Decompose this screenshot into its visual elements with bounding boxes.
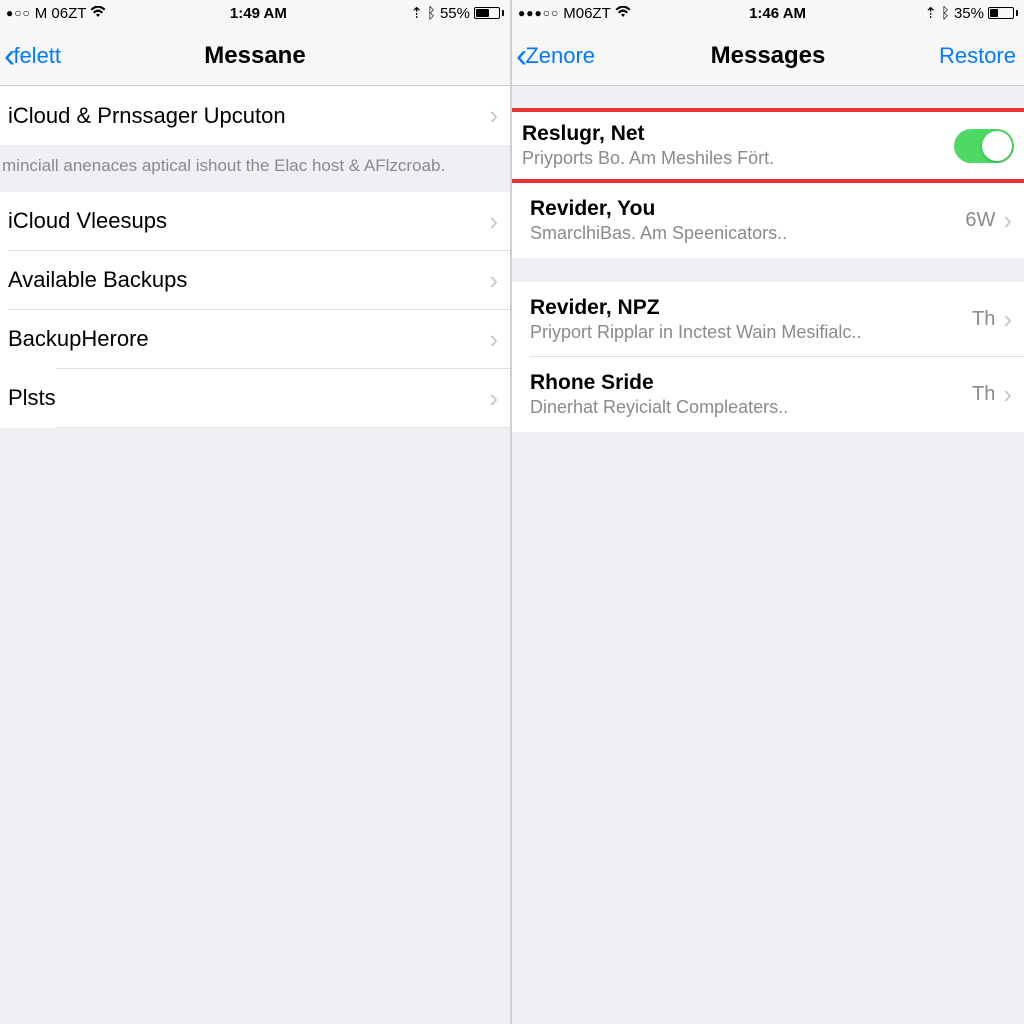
page-title: Messane [204, 42, 305, 70]
nav-arrow-icon: ⇡ [924, 4, 937, 22]
signal-icon: ●○○ [6, 6, 31, 20]
row-label: Available Backups [8, 267, 483, 293]
status-time: 1:46 AM [749, 5, 806, 22]
nav-bar: ‹ Zenore Messages Restore [512, 26, 1024, 86]
bluetooth-icon: ᛒ [427, 5, 436, 22]
row-title: Revider, NPZ [530, 296, 972, 320]
status-right: ⇡ ᛒ 55% [410, 4, 504, 22]
nav-arrow-icon: ⇡ [410, 4, 423, 22]
right-screen: ●●●○○ M06ZT 1:46 AM ⇡ ᛒ 35% ‹ Zenore Mes… [512, 0, 1024, 1024]
status-right: ⇡ ᛒ 35% [924, 4, 1018, 22]
row-text: Revider, NPZ Priyport Ripplar in Inctest… [530, 296, 972, 343]
section-footer: minciall anenaces aptical ishout the Ela… [0, 145, 510, 192]
row-title: Rhone Sride [530, 371, 972, 395]
row-subtitle: Priyports Bo. Am Meshiles Fört. [522, 148, 954, 169]
group-1: iCloud & Prnssager Upcuton › [0, 86, 510, 145]
carrier-label: M06ZT [563, 5, 611, 22]
content: Reslugr, Net Priyports Bo. Am Meshiles F… [512, 86, 1024, 1024]
row-subtitle: Dinerhat Reyicialt Compleaters.. [530, 397, 972, 418]
row-title: Revider, You [530, 197, 965, 221]
chevron-right-icon: › [997, 379, 1012, 410]
chevron-right-icon: › [997, 304, 1012, 335]
row-label: iCloud Vleesups [8, 208, 483, 234]
row-icloud-passenger[interactable]: iCloud & Prnssager Upcuton › [0, 86, 510, 145]
status-time: 1:49 AM [230, 5, 287, 22]
battery-pct: 35% [954, 5, 984, 22]
row-meta: 6W [965, 209, 997, 232]
row-text: Revider, You SmarclhiBas. Am Speenicator… [530, 197, 965, 244]
chevron-right-icon: › [483, 265, 498, 296]
row-text: Reslugr, Net Priyports Bo. Am Meshiles F… [522, 122, 954, 169]
back-button[interactable]: ‹ felett [4, 26, 61, 85]
group-2: iCloud Vleesups › Available Backups › Ba… [0, 192, 510, 428]
chevron-right-icon: › [483, 383, 498, 414]
row-subtitle: SmarclhiBas. Am Speenicators.. [530, 223, 965, 244]
row-plsts[interactable]: Plsts › [0, 369, 510, 428]
group-1: Reslugr, Net Priyports Bo. Am Meshiles F… [512, 108, 1024, 258]
row-revider-you[interactable]: Revider, You SmarclhiBas. Am Speenicator… [512, 183, 1024, 258]
left-screen: ●○○ M 06ZT 1:49 AM ⇡ ᛒ 55% ‹ felett Mess… [0, 0, 512, 1024]
row-phone-sride[interactable]: Rhone Sride Dinerhat Reyicialt Compleate… [512, 357, 1024, 432]
back-button[interactable]: ‹ Zenore [516, 26, 595, 85]
chevron-right-icon: › [483, 206, 498, 237]
row-title: Reslugr, Net [522, 122, 954, 146]
signal-icon: ●●●○○ [518, 6, 559, 20]
group-2: Revider, NPZ Priyport Ripplar in Inctest… [512, 282, 1024, 432]
battery-pct: 55% [440, 5, 470, 22]
row-icloud-backups[interactable]: iCloud Vleesups › [0, 192, 510, 251]
status-bar: ●○○ M 06ZT 1:49 AM ⇡ ᛒ 55% [0, 0, 510, 26]
status-left: ●○○ M 06ZT [6, 5, 106, 22]
status-bar: ●●●○○ M06ZT 1:46 AM ⇡ ᛒ 35% [512, 0, 1024, 26]
row-meta: Th [972, 383, 997, 406]
chevron-right-icon: › [483, 324, 498, 355]
wifi-icon [615, 5, 631, 22]
wifi-icon [90, 5, 106, 22]
row-label: iCloud & Prnssager Upcuton [8, 103, 483, 129]
row-label: Plsts [8, 385, 483, 411]
back-label: felett [13, 43, 61, 69]
battery-icon [988, 7, 1018, 19]
row-text: Rhone Sride Dinerhat Reyicialt Compleate… [530, 371, 972, 418]
restore-button[interactable]: Restore [939, 26, 1016, 85]
row-meta: Th [972, 308, 997, 331]
page-title: Messages [711, 42, 826, 70]
row-label: BackupHerore [8, 326, 483, 352]
back-label: Zenore [525, 43, 595, 69]
bluetooth-icon: ᛒ [941, 5, 950, 22]
row-reslugr-net[interactable]: Reslugr, Net Priyports Bo. Am Meshiles F… [512, 108, 1024, 183]
row-revider-npz[interactable]: Revider, NPZ Priyport Ripplar in Inctest… [512, 282, 1024, 357]
nav-bar: ‹ felett Messane [0, 26, 510, 86]
battery-icon [474, 7, 504, 19]
restore-label: Restore [939, 43, 1016, 69]
row-backup-restore[interactable]: BackupHerore › [0, 310, 510, 369]
content: iCloud & Prnssager Upcuton › minciall an… [0, 86, 510, 1024]
chevron-right-icon: › [997, 205, 1012, 236]
chevron-right-icon: › [483, 100, 498, 131]
row-subtitle: Priyport Ripplar in Inctest Wain Mesifia… [530, 322, 972, 343]
row-available-backups[interactable]: Available Backups › [0, 251, 510, 310]
toggle-switch[interactable] [954, 129, 1014, 163]
status-left: ●●●○○ M06ZT [518, 5, 631, 22]
carrier-label: M 06ZT [35, 5, 87, 22]
